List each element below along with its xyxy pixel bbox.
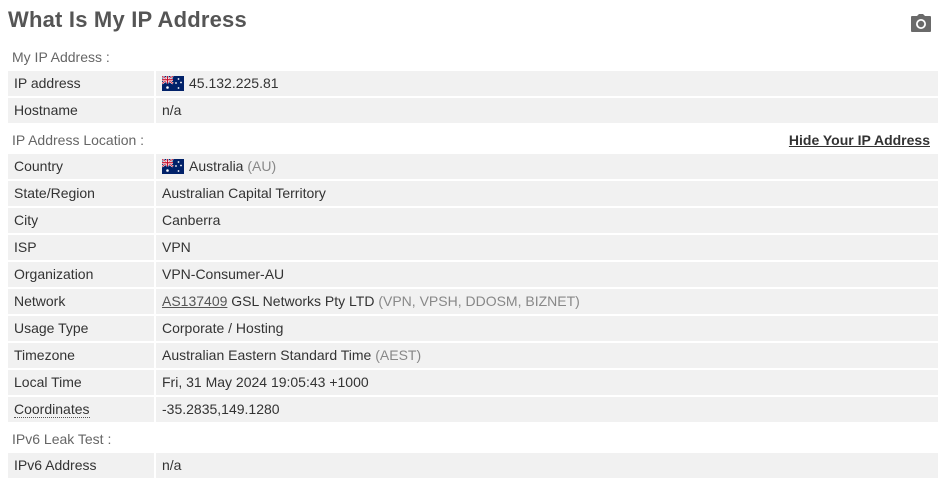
local-time-label: Local Time [8,370,154,395]
row-usage-type: Usage Type Corporate / Hosting [8,316,938,341]
page-title: What Is My IP Address [8,7,247,32]
ipv6-address-label: IPv6 Address [8,453,154,478]
australia-flag-icon [162,158,184,174]
country-value: Australia [189,158,244,174]
region-value: Australian Capital Territory [156,181,938,206]
section-my-ip-label: My IP Address : [12,49,110,65]
ip-address-cell: 45.132.225.81 [156,71,938,96]
organization-label: Organization [8,262,154,287]
ipv6-address-value: n/a [156,453,938,478]
section-location-label: IP Address Location : [12,132,145,148]
timezone-label: Timezone [8,343,154,368]
isp-label: ISP [8,235,154,260]
row-local-time: Local Time Fri, 31 May 2024 19:05:43 +10… [8,370,938,395]
row-organization: Organization VPN-Consumer-AU [8,262,938,287]
network-label: Network [8,289,154,314]
timezone-cell: Australian Eastern Standard Time (AEST) [156,343,938,368]
ip-address-value: 45.132.225.81 [189,75,279,91]
city-label: City [8,208,154,233]
network-cell: AS137409 GSL Networks Pty LTD (VPN, VPSH… [156,289,938,314]
row-country: Country Australia (AU) [8,154,938,179]
coordinates-value: -35.2835,149.1280 [156,397,938,422]
row-region: State/Region Australian Capital Territor… [8,181,938,206]
ip-info-panel: What Is My IP Address My IP Address : IP… [0,0,944,486]
camera-icon[interactable] [910,13,932,33]
isp-value: VPN [156,235,938,260]
hide-ip-link[interactable]: Hide Your IP Address [789,132,930,148]
row-timezone: Timezone Australian Eastern Standard Tim… [8,343,938,368]
network-tags: (VPN, VPSH, DDOSM, BIZNET) [378,293,580,309]
row-ipv6-address: IPv6 Address n/a [8,453,938,478]
row-hostname: Hostname n/a [8,98,938,123]
row-city: City Canberra [8,208,938,233]
network-name: GSL Networks Pty LTD [231,293,375,309]
coordinates-label[interactable]: Coordinates [14,401,90,418]
asn-link[interactable]: AS137409 [162,293,227,309]
australia-flag-icon [162,75,184,91]
region-label: State/Region [8,181,154,206]
timezone-value: Australian Eastern Standard Time [162,347,372,363]
country-code: (AU) [247,158,277,174]
organization-value: VPN-Consumer-AU [156,262,938,287]
coordinates-label-cell: Coordinates [8,397,154,422]
local-time-value: Fri, 31 May 2024 19:05:43 +1000 [156,370,938,395]
ip-address-label: IP address [8,71,154,96]
hostname-label: Hostname [8,98,154,123]
row-network: Network AS137409 GSL Networks Pty LTD (V… [8,289,938,314]
hostname-value: n/a [156,98,938,123]
timezone-abbr: (AEST) [375,347,422,363]
section-ipv6-label: IPv6 Leak Test : [12,431,112,447]
usage-type-value: Corporate / Hosting [156,316,938,341]
city-value: Canberra [156,208,938,233]
row-isp: ISP VPN [8,235,938,260]
country-cell: Australia (AU) [156,154,938,179]
row-ip-address: IP address 45.132.225.81 [8,71,938,96]
usage-type-label: Usage Type [8,316,154,341]
row-coordinates: Coordinates -35.2835,149.1280 [8,397,938,422]
country-label: Country [8,154,154,179]
